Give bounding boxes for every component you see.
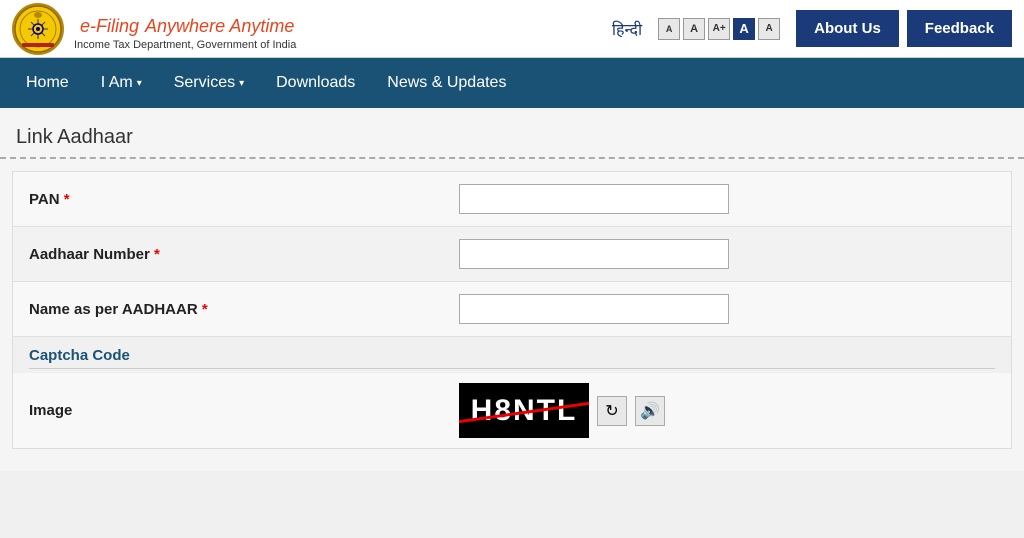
captcha-section-title: Captcha Code bbox=[29, 347, 995, 369]
aadhaar-row: Aadhaar Number * bbox=[13, 227, 1011, 282]
captcha-label: Image bbox=[29, 402, 459, 419]
font-btn-a1[interactable]: A bbox=[658, 18, 680, 40]
refresh-icon: ↻ bbox=[605, 401, 618, 421]
brand-title: e-Filing Anywhere Anytime bbox=[74, 7, 296, 39]
form-container: PAN * Aadhaar Number * Name as per AADHA… bbox=[12, 171, 1012, 449]
captcha-image: H8NTL bbox=[459, 383, 589, 438]
brand-text: e-Filing Anywhere Anytime Income Tax Depa… bbox=[74, 7, 296, 51]
font-btn-aplus[interactable]: A+ bbox=[708, 18, 730, 40]
hindi-label[interactable]: हिन्दी bbox=[612, 18, 642, 40]
nav-label-services: Services bbox=[174, 74, 235, 92]
font-btn-a-active[interactable]: A bbox=[733, 18, 755, 40]
page-title: Link Aadhaar bbox=[16, 126, 1008, 149]
nav-label-news: News & Updates bbox=[387, 74, 506, 92]
nav-label-iam: I Am bbox=[101, 74, 133, 92]
aadhaar-required: * bbox=[154, 246, 160, 263]
captcha-image-container: H8NTL ↻ 🔊 bbox=[459, 383, 665, 438]
brand-subtitle: Income Tax Department, Government of Ind… bbox=[74, 39, 296, 51]
captcha-row: Image H8NTL ↻ 🔊 bbox=[13, 373, 1011, 448]
header: e-Filing Anywhere Anytime Income Tax Depa… bbox=[0, 0, 1024, 58]
content-area: Link Aadhaar PAN * Aadhaar Number * Name… bbox=[0, 108, 1024, 471]
nav-item-news[interactable]: News & Updates bbox=[371, 58, 522, 108]
audio-icon: 🔊 bbox=[640, 401, 660, 421]
pan-required: * bbox=[64, 191, 70, 208]
brand-tagline: Anywhere Anytime bbox=[145, 16, 294, 36]
name-required: * bbox=[202, 301, 208, 318]
pan-input[interactable] bbox=[459, 184, 729, 214]
aadhaar-label-text: Aadhaar Number bbox=[29, 246, 150, 263]
pan-row: PAN * bbox=[13, 172, 1011, 227]
brand-name-text: e-Filing bbox=[80, 16, 139, 36]
name-row: Name as per AADHAAR * bbox=[13, 282, 1011, 337]
nav-item-home[interactable]: Home bbox=[10, 58, 85, 108]
name-label: Name as per AADHAAR * bbox=[29, 301, 459, 318]
pan-label: PAN * bbox=[29, 191, 459, 208]
aadhaar-label: Aadhaar Number * bbox=[29, 246, 459, 263]
font-btn-a2[interactable]: A bbox=[683, 18, 705, 40]
header-left: e-Filing Anywhere Anytime Income Tax Depa… bbox=[12, 3, 296, 55]
font-size-controls: A A A+ A A bbox=[658, 18, 780, 40]
navbar: Home I Am ▾ Services ▾ Downloads News & … bbox=[0, 58, 1024, 108]
nav-item-iam[interactable]: I Am ▾ bbox=[85, 58, 158, 108]
page-title-area: Link Aadhaar bbox=[0, 118, 1024, 159]
captcha-header: Captcha Code bbox=[13, 337, 1011, 373]
captcha-audio-button[interactable]: 🔊 bbox=[635, 396, 665, 426]
font-btn-a-small[interactable]: A bbox=[758, 18, 780, 40]
pan-label-text: PAN bbox=[29, 191, 60, 208]
nav-item-downloads[interactable]: Downloads bbox=[260, 58, 371, 108]
services-arrow-icon: ▾ bbox=[239, 78, 244, 89]
nav-label-home: Home bbox=[26, 74, 69, 92]
header-right: हिन्दी A A A+ A A About Us Feedback bbox=[612, 10, 1012, 47]
logo-emblem bbox=[12, 3, 64, 55]
nav-item-services[interactable]: Services ▾ bbox=[158, 58, 260, 108]
about-us-button[interactable]: About Us bbox=[796, 10, 899, 47]
feedback-button[interactable]: Feedback bbox=[907, 10, 1012, 47]
name-input[interactable] bbox=[459, 294, 729, 324]
aadhaar-input[interactable] bbox=[459, 239, 729, 269]
nav-label-downloads: Downloads bbox=[276, 74, 355, 92]
name-label-text: Name as per AADHAAR bbox=[29, 301, 198, 318]
captcha-refresh-button[interactable]: ↻ bbox=[597, 396, 627, 426]
iam-arrow-icon: ▾ bbox=[137, 78, 142, 89]
